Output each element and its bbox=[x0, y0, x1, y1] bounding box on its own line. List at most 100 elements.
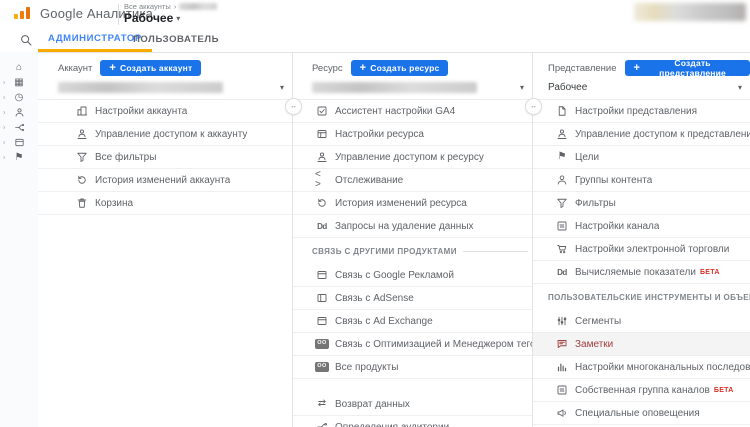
history-icon bbox=[315, 197, 329, 209]
chevron-down-icon: ▾ bbox=[176, 14, 180, 23]
breadcrumb[interactable]: Все аккаунты › bbox=[124, 2, 217, 11]
view-settings-item[interactable]: Настройки представления bbox=[532, 100, 750, 123]
trash-item[interactable]: Корзина bbox=[38, 192, 292, 215]
plus-icon: + bbox=[634, 63, 641, 74]
customization-icon: ▦ bbox=[14, 78, 23, 88]
chevron-down-icon: ▾ bbox=[520, 83, 524, 92]
view-switcher[interactable]: Рабочее▾ bbox=[124, 11, 180, 25]
property-access-item[interactable]: Управление доступом к ресурсу bbox=[292, 146, 532, 169]
users-icon bbox=[315, 151, 329, 163]
building-icon bbox=[75, 105, 89, 117]
chevron-right-icon: › bbox=[3, 154, 5, 161]
adexchange-icon bbox=[315, 315, 329, 327]
create-view-button[interactable]: +Создать представление bbox=[625, 60, 750, 76]
chevron-right-icon: › bbox=[3, 124, 5, 131]
custom-channel-grouping-item[interactable]: Собственная группа каналовБЕТА bbox=[532, 379, 750, 402]
view-access-item[interactable]: Управление доступом к представлению bbox=[532, 123, 750, 146]
data-retention-item[interactable]: ⇄Возврат данных bbox=[292, 393, 532, 416]
plus-icon: + bbox=[109, 63, 116, 74]
realtime-icon: ◷ bbox=[15, 93, 24, 103]
view-selector[interactable]: Рабочее ▾ bbox=[548, 79, 744, 95]
conversions-flag-icon: ⚑ bbox=[15, 153, 24, 163]
property-column-title: Ресурс bbox=[312, 63, 343, 74]
multichannel-funnels-item[interactable]: Настройки многоканальных последовательно… bbox=[532, 356, 750, 379]
tab-user[interactable]: ПОЛЬЗОВАТЕЛЬ bbox=[123, 28, 229, 51]
account-settings-item[interactable]: Настройки аккаунта bbox=[38, 100, 292, 123]
trash-icon bbox=[75, 197, 89, 209]
megaphone-icon bbox=[555, 407, 569, 419]
goals-item[interactable]: ⚑Цели bbox=[532, 146, 750, 169]
channel-settings-item[interactable]: Настройки канала bbox=[532, 215, 750, 238]
person-icon bbox=[555, 174, 569, 186]
nav-audience[interactable]: › bbox=[0, 105, 38, 120]
property-selector[interactable]: ▾ bbox=[312, 79, 526, 95]
data-deletion-item[interactable]: DdЗапросы на удаление данных bbox=[292, 215, 532, 238]
property-selector-value-redacted bbox=[312, 82, 477, 93]
property-icon bbox=[315, 128, 329, 140]
page-icon bbox=[555, 105, 569, 117]
ads-card-icon bbox=[315, 269, 329, 281]
create-view-label: Создать представление bbox=[644, 58, 741, 78]
annotations-item[interactable]: Заметки bbox=[532, 333, 750, 356]
breadcrumb-separator: › bbox=[174, 2, 177, 11]
tracking-item[interactable]: < >Отслеживание bbox=[292, 169, 532, 192]
ga4-assistant-item[interactable]: Ассистент настройки GA4 bbox=[292, 100, 532, 123]
create-account-label: Создать аккаунт bbox=[120, 63, 192, 73]
all-products-item[interactable]: OOВсе продукты bbox=[292, 356, 532, 379]
chevron-right-icon: › bbox=[3, 109, 5, 116]
collapse-column-button[interactable]: ↔ bbox=[285, 98, 302, 115]
nav-home[interactable]: ⌂ bbox=[0, 60, 38, 75]
acquisition-icon bbox=[14, 122, 25, 133]
view-selector-value: Рабочее bbox=[548, 82, 587, 93]
user-menu[interactable] bbox=[634, 3, 746, 21]
tab-bar: АДМИНИСТРАТОР ПОЛЬЗОВАТЕЛЬ bbox=[0, 28, 750, 53]
nav-behavior[interactable]: › bbox=[0, 135, 38, 150]
ecommerce-settings-item[interactable]: Настройки электронной торговли bbox=[532, 238, 750, 261]
account-name-redacted bbox=[179, 3, 217, 10]
nav-conversions[interactable]: ›⚑ bbox=[0, 150, 38, 165]
create-property-button[interactable]: +Создать ресурс bbox=[351, 60, 449, 76]
users-icon bbox=[75, 128, 89, 140]
channel-icon bbox=[555, 220, 569, 232]
account-column: Аккаунт + Создать аккаунт ▾ Настройки акк… bbox=[38, 52, 292, 427]
channel-icon bbox=[555, 384, 569, 396]
header-divider bbox=[118, 4, 119, 25]
collapse-column-button[interactable]: ↔ bbox=[525, 98, 542, 115]
view-switcher-label: Рабочее bbox=[124, 11, 173, 25]
property-history-item[interactable]: История изменений ресурса bbox=[292, 192, 532, 215]
nav-acquisition[interactable]: › bbox=[0, 120, 38, 135]
analytics-logo-icon bbox=[14, 7, 30, 19]
account-access-item[interactable]: Управление доступом к аккаунту bbox=[38, 123, 292, 146]
filter-icon bbox=[75, 151, 89, 163]
personal-tools-section-title: ПОЛЬЗОВАТЕЛЬСКИЕ ИНСТРУМЕНТЫ И ОБЪЕКТЫ bbox=[548, 293, 750, 302]
oo-icon: OO bbox=[315, 362, 329, 372]
nav-customization[interactable]: ›▦ bbox=[0, 75, 38, 90]
search-icon[interactable] bbox=[19, 33, 33, 47]
ad-exchange-link-item[interactable]: Связь с Ad Exchange bbox=[292, 310, 532, 333]
filters-item[interactable]: Фильтры bbox=[532, 192, 750, 215]
nav-realtime[interactable]: ›◷ bbox=[0, 90, 38, 105]
view-column: Представление +Создать представление Раб… bbox=[532, 52, 750, 427]
history-icon bbox=[75, 174, 89, 186]
audience-definitions-item[interactable]: Определения аудитории bbox=[292, 416, 532, 427]
audience-icon bbox=[14, 107, 25, 118]
segments-item[interactable]: Сегменты bbox=[532, 310, 750, 333]
optimize-tag-manager-link-item[interactable]: OOСвязь с Оптимизацией и Менеджером тего… bbox=[292, 333, 532, 356]
account-column-title: Аккаунт bbox=[58, 63, 92, 74]
checkbox-icon bbox=[315, 105, 329, 117]
adsense-link-item[interactable]: Связь с AdSense bbox=[292, 287, 532, 310]
property-settings-item[interactable]: Настройки ресурса bbox=[292, 123, 532, 146]
account-history-item[interactable]: История изменений аккаунта bbox=[38, 169, 292, 192]
create-account-button[interactable]: + Создать аккаунт bbox=[100, 60, 201, 76]
custom-alerts-item[interactable]: Специальные оповещения bbox=[532, 402, 750, 425]
account-selector[interactable]: ▾ bbox=[58, 79, 286, 95]
breadcrumb-label: Все аккаунты bbox=[124, 2, 171, 11]
google-ads-link-item[interactable]: Связь с Google Рекламой bbox=[292, 264, 532, 287]
segments-icon bbox=[555, 315, 569, 327]
all-filters-item[interactable]: Все фильтры bbox=[38, 146, 292, 169]
app-header: Google Аналитика Все аккаунты › Рабочее▾ bbox=[0, 0, 750, 28]
behavior-icon bbox=[14, 137, 25, 148]
content-grouping-item[interactable]: Группы контента bbox=[532, 169, 750, 192]
calculated-metrics-item[interactable]: DdВычисляемые показателиБЕТА bbox=[532, 261, 750, 284]
swap-icon: ⇄ bbox=[315, 399, 329, 409]
